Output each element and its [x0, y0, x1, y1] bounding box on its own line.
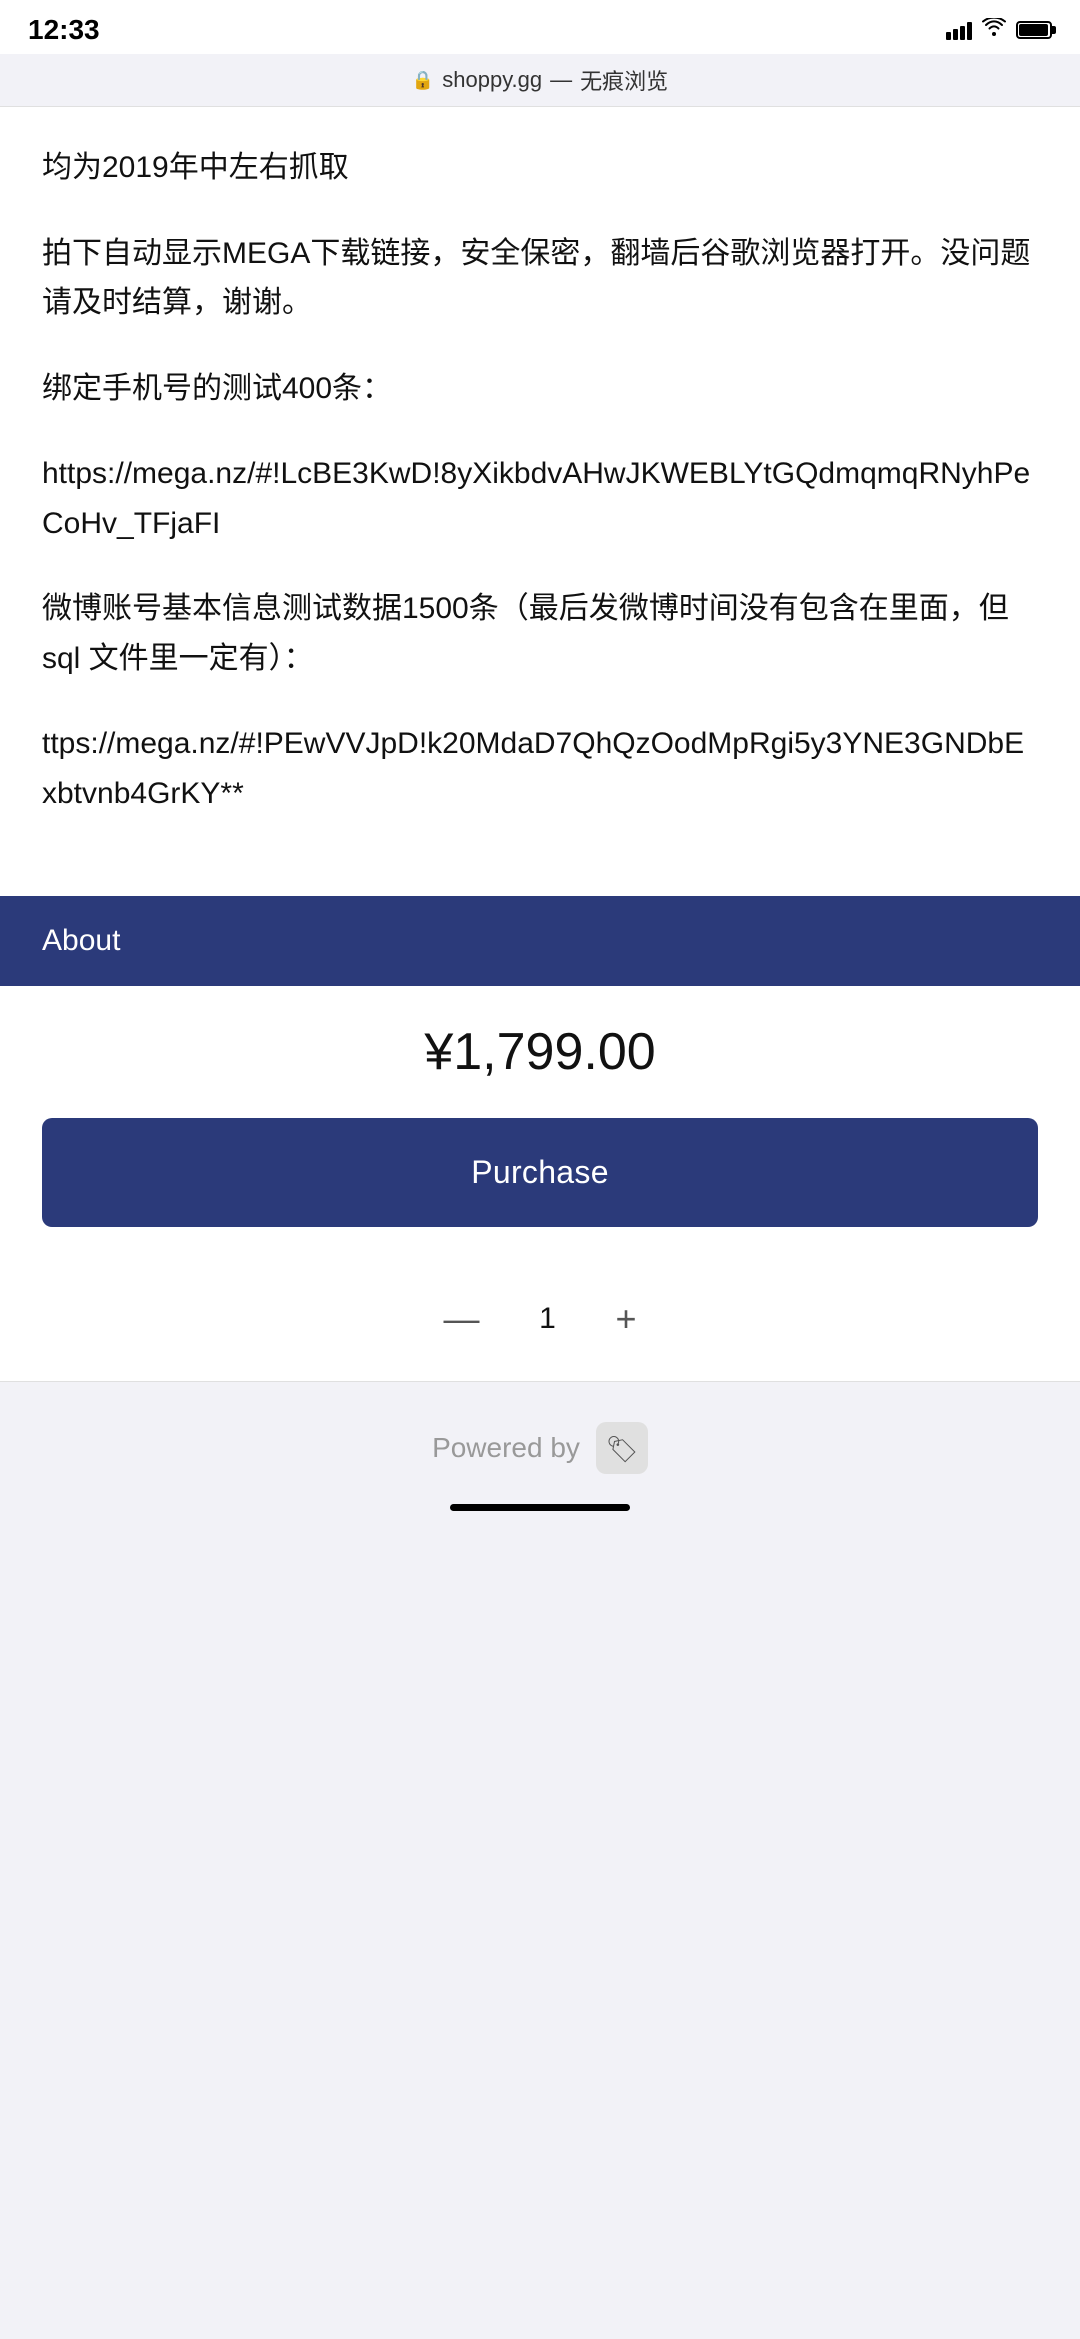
browser-bar: 🔒 shoppy.gg — 无痕浏览 [0, 54, 1080, 107]
content-card: 均为2019年中左右抓取 拍下自动显示MEGA下载链接，安全保密，翻墙后谷歌浏览… [0, 107, 1080, 896]
powered-by-text: Powered by [432, 1432, 580, 1464]
quantity-value: 1 [527, 1302, 567, 1336]
wifi-icon [982, 18, 1006, 42]
status-icons [946, 18, 1052, 42]
status-bar: 12:33 [0, 0, 1080, 54]
about-section: About [0, 896, 1080, 986]
status-time: 12:33 [28, 14, 100, 46]
lock-icon: 🔒 [412, 70, 434, 91]
link-1[interactable]: https://mega.nz/#!LcBE3KwD!8yXikbdvAHwJK… [42, 449, 1038, 548]
price-display: ¥1,799.00 [424, 1023, 655, 1081]
purchase-section: Purchase [0, 1118, 1080, 1267]
content-text: 均为2019年中左右抓取 拍下自动显示MEGA下载链接，安全保密，翻墙后谷歌浏览… [42, 143, 1038, 818]
footer-section: Powered by 🏷 [0, 1382, 1080, 1541]
shoppy-logo-icon: 🏷 [596, 1422, 648, 1474]
browser-url: 🔒 shoppy.gg — 无痕浏览 [20, 64, 1060, 96]
paragraph-3: 绑定手机号的测试400条： [42, 364, 1038, 414]
paragraph-4: 微博账号基本信息测试数据1500条（最后发微博时间没有包含在里面，但 sql 文… [42, 584, 1038, 683]
about-label: About [42, 924, 120, 957]
quantity-section: — 1 + [0, 1267, 1080, 1381]
browser-mode: 无痕浏览 [580, 64, 668, 96]
home-indicator [450, 1504, 630, 1511]
browser-separator: — [550, 67, 572, 93]
quantity-increment-button[interactable]: + [603, 1297, 648, 1341]
quantity-decrement-button[interactable]: — [431, 1297, 491, 1341]
browser-domain: shoppy.gg [442, 67, 542, 93]
paragraph-2: 拍下自动显示MEGA下载链接，安全保密，翻墙后谷歌浏览器打开。没问题请及时结算，… [42, 229, 1038, 328]
purchase-button[interactable]: Purchase [42, 1118, 1038, 1227]
link-2[interactable]: ttps://mega.nz/#!PEwVVJpD!k20MdaD7QhQzOo… [42, 719, 1038, 818]
battery-icon [1016, 21, 1052, 39]
svg-text:🏷: 🏷 [605, 1434, 638, 1464]
paragraph-1: 均为2019年中左右抓取 [42, 143, 1038, 193]
signal-bars-icon [946, 20, 972, 40]
price-section: ¥1,799.00 [0, 986, 1080, 1118]
powered-by-row: Powered by 🏷 [432, 1422, 648, 1474]
